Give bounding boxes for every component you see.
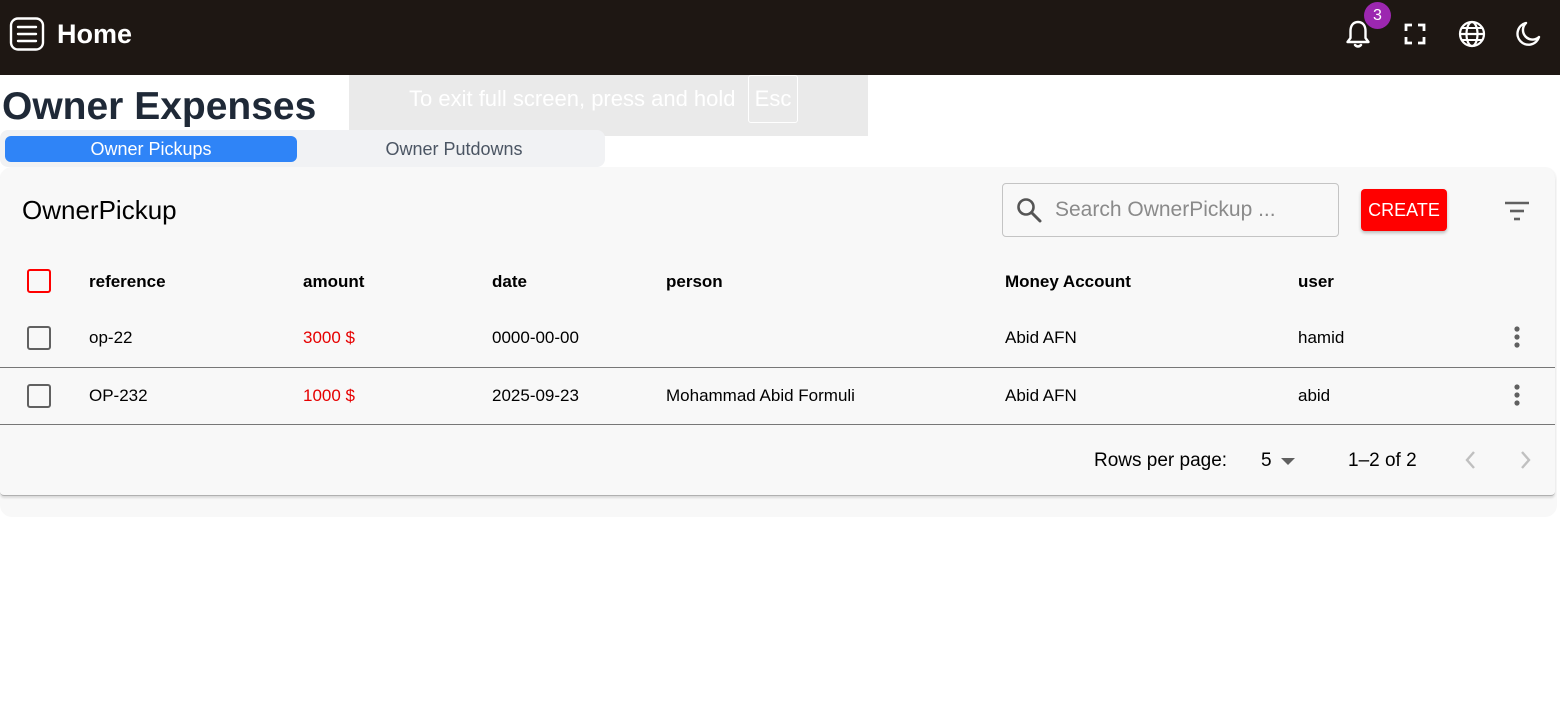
previous-page-icon[interactable] bbox=[1458, 447, 1484, 473]
page-title: Owner Expenses bbox=[2, 85, 317, 128]
select-all-checkbox[interactable] bbox=[27, 269, 51, 293]
rows-per-page-value: 5 bbox=[1261, 450, 1272, 471]
fullscreen-notice-text: To exit full screen, press and hold bbox=[409, 86, 736, 111]
column-header-money-account[interactable]: Money Account bbox=[1005, 272, 1131, 292]
table-card: OwnerPickup CREATE reference amount date… bbox=[0, 167, 1557, 517]
cell-reference: OP-232 bbox=[89, 386, 148, 405]
fullscreen-exit-notice: To exit full screen, press and hold Esc bbox=[349, 75, 868, 136]
cell-date: 2025-09-23 bbox=[492, 386, 579, 405]
next-page-icon[interactable] bbox=[1512, 447, 1538, 473]
column-header-person[interactable]: person bbox=[666, 272, 723, 292]
column-header-user[interactable]: user bbox=[1298, 272, 1334, 292]
table-title: OwnerPickup bbox=[22, 195, 177, 225]
column-header-reference[interactable]: reference bbox=[89, 272, 166, 292]
fullscreen-icon[interactable] bbox=[1400, 18, 1430, 50]
pagination-range: 1–2 of 2 bbox=[1348, 450, 1417, 471]
column-header-date[interactable]: date bbox=[492, 272, 527, 292]
cell-user: hamid bbox=[1298, 328, 1345, 347]
caret-down-icon bbox=[1281, 458, 1295, 465]
app-bar: Home 3 bbox=[0, 0, 1560, 75]
column-header-amount[interactable]: amount bbox=[303, 272, 364, 292]
moon-icon[interactable] bbox=[1513, 18, 1543, 50]
row-divider bbox=[0, 424, 1555, 425]
tab-bar: Owner Pickups Owner Putdowns bbox=[0, 130, 605, 167]
row-checkbox[interactable] bbox=[27, 326, 51, 350]
tab-owner-putdowns[interactable]: Owner Putdowns bbox=[304, 136, 604, 162]
search-icon bbox=[1017, 198, 1042, 223]
cell-amount: 1000 $ bbox=[303, 386, 355, 405]
tab-owner-pickups[interactable]: Owner Pickups bbox=[5, 136, 297, 162]
more-vert-icon[interactable] bbox=[1506, 325, 1528, 351]
cell-person: Mohammad Abid Formuli bbox=[666, 386, 855, 405]
notification-count-badge: 3 bbox=[1364, 2, 1391, 29]
cell-user: abid bbox=[1298, 386, 1331, 405]
cell-date: 0000-00-00 bbox=[492, 328, 579, 347]
menu-icon[interactable] bbox=[9, 17, 45, 51]
row-checkbox[interactable] bbox=[27, 384, 51, 408]
cell-reference: op-22 bbox=[89, 328, 133, 347]
cell-money-account: Abid AFN bbox=[1005, 328, 1077, 347]
create-button[interactable]: CREATE bbox=[1361, 189, 1447, 231]
cell-amount: 3000 $ bbox=[303, 328, 355, 347]
search-input[interactable] bbox=[1055, 194, 1325, 226]
table-container: OwnerPickup CREATE reference amount date… bbox=[0, 167, 1555, 496]
table-row[interactable]: OP-232 1000 $ 2025-09-23 Mohammad Abid F… bbox=[0, 368, 1555, 425]
cell-money-account: Abid AFN bbox=[1005, 386, 1077, 405]
globe-icon[interactable] bbox=[1457, 18, 1487, 50]
filter-icon[interactable] bbox=[1502, 198, 1532, 224]
app-title: Home bbox=[57, 19, 133, 49]
more-vert-icon[interactable] bbox=[1506, 383, 1528, 409]
search-box[interactable] bbox=[1002, 183, 1339, 237]
rows-per-page-label: Rows per page: bbox=[1094, 450, 1228, 471]
table-row[interactable]: op-22 3000 $ 0000-00-00 Abid AFN hamid bbox=[0, 310, 1555, 367]
rows-per-page-select[interactable]: 5 bbox=[1256, 447, 1302, 475]
esc-key-badge: Esc bbox=[748, 75, 798, 123]
